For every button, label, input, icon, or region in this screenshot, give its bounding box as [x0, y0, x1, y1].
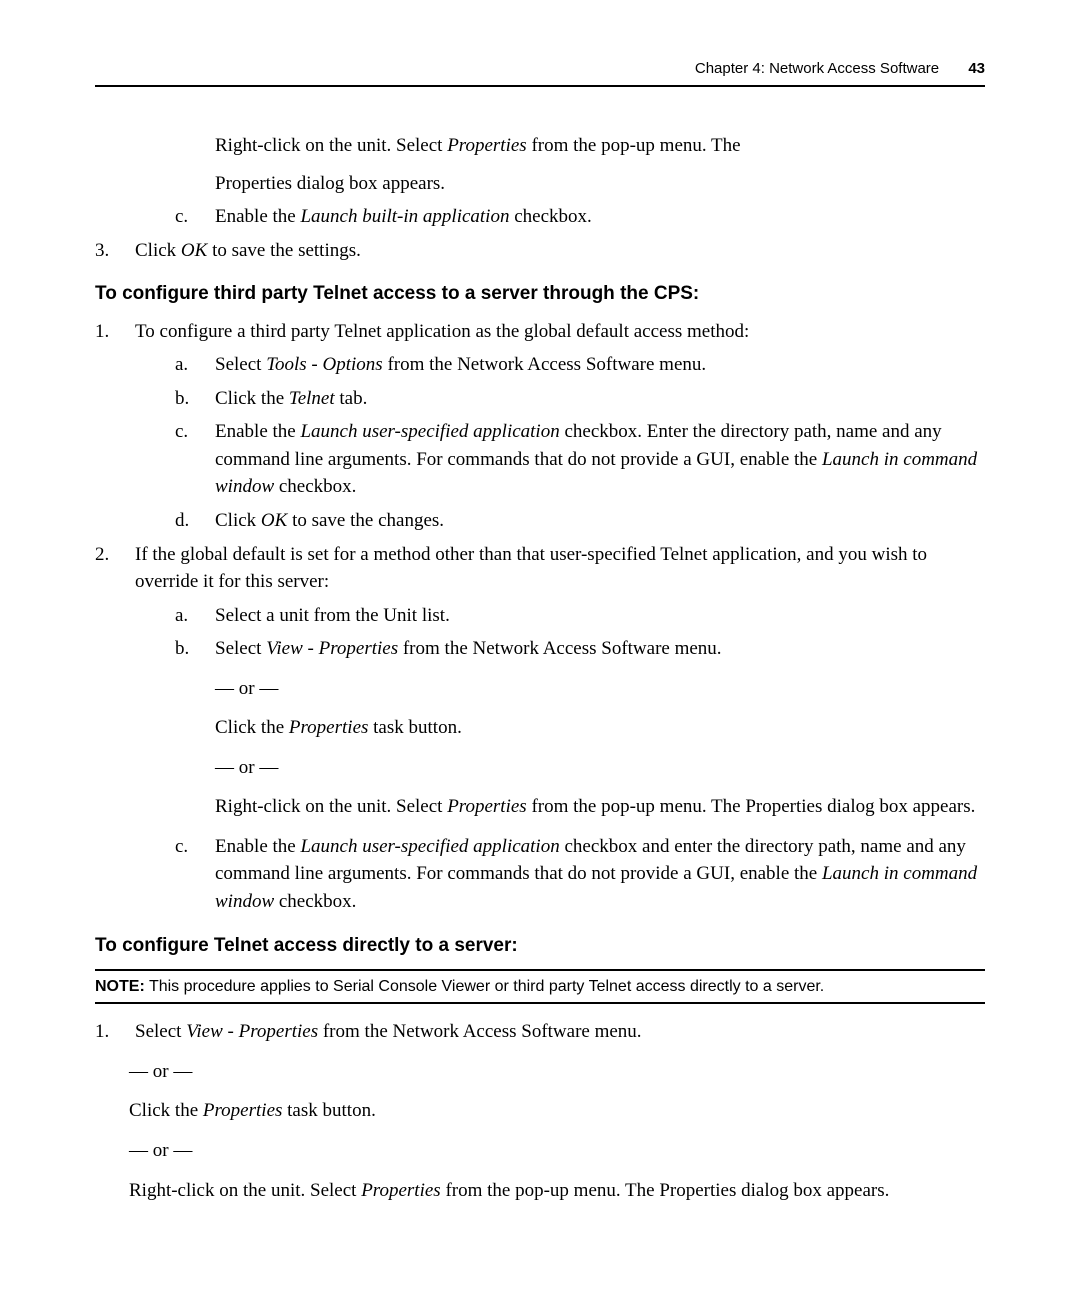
- list-marker: c.: [175, 833, 215, 861]
- list-marker: a.: [175, 602, 215, 630]
- list-body: Select View - Properties from the Networ…: [215, 635, 985, 663]
- sub-list-item-c: c. Enable the Launch user-specified appl…: [175, 418, 985, 501]
- body-text: Click the Properties task button.: [215, 714, 985, 742]
- section-heading: To configure third party Telnet access t…: [95, 280, 985, 308]
- list-marker: b.: [175, 635, 215, 663]
- list-item-1: 1. To configure a third party Telnet app…: [95, 318, 985, 346]
- page-number: 43: [968, 60, 985, 77]
- text-span: Click the: [215, 717, 289, 738]
- text-span: Click the: [215, 388, 289, 409]
- text-span: from the Network Access Software menu.: [318, 1021, 641, 1042]
- text-span: Select: [135, 1021, 186, 1042]
- sub-list-item-b: b. Click the Telnet tab.: [175, 385, 985, 413]
- list-marker: 1.: [95, 1018, 135, 1046]
- text-span: Enable the: [215, 206, 300, 227]
- or-separator: — or —: [129, 1058, 985, 1086]
- text-span: from the pop-up menu. The: [527, 135, 741, 156]
- text-span: to save the settings.: [207, 240, 361, 261]
- list-body: Click OK to save the settings.: [135, 237, 985, 265]
- sub-list-item-c: c. Enable the Launch user-specified appl…: [175, 833, 985, 916]
- text-span: task button.: [368, 717, 461, 738]
- sub-list-item-c: c. Enable the Launch built-in applicatio…: [175, 203, 985, 231]
- body-text: Properties dialog box appears.: [215, 170, 985, 198]
- list-marker: 3.: [95, 237, 135, 265]
- or-separator: — or —: [215, 675, 985, 703]
- list-marker: c.: [175, 203, 215, 231]
- text-span: Right-click on the unit. Select: [129, 1180, 361, 1201]
- text-span: from the Network Access Software menu.: [383, 354, 706, 375]
- italic-term: Launch user-specified application: [300, 836, 559, 857]
- list-marker: c.: [175, 418, 215, 446]
- page-header: Chapter 4: Network Access Software 43: [95, 60, 985, 87]
- italic-term: View - Properties: [186, 1021, 318, 1042]
- text-span: Click the: [129, 1100, 203, 1121]
- list-body: Select View - Properties from the Networ…: [135, 1018, 985, 1046]
- list-body: Enable the Launch user-specified applica…: [215, 418, 985, 501]
- list-body: Select a unit from the Unit list.: [215, 602, 985, 630]
- note-label: NOTE:: [95, 978, 145, 995]
- list-marker: b.: [175, 385, 215, 413]
- list-marker: 2.: [95, 541, 135, 569]
- section-heading: To configure Telnet access directly to a…: [95, 932, 985, 960]
- italic-term: Properties: [361, 1180, 441, 1201]
- text-span: Enable the: [215, 421, 300, 442]
- page-content: Right-click on the unit. Select Properti…: [95, 132, 985, 1204]
- list-marker: 1.: [95, 318, 135, 346]
- list-item-2: 2. If the global default is set for a me…: [95, 541, 985, 596]
- list-body: Enable the Launch user-specified applica…: [215, 833, 985, 916]
- chapter-title: Chapter 4: Network Access Software: [695, 60, 939, 77]
- body-text: Right-click on the unit. Select Properti…: [215, 132, 985, 160]
- italic-term: Launch built-in application: [300, 206, 509, 227]
- text-span: from the Network Access Software menu.: [398, 638, 721, 659]
- or-separator: — or —: [129, 1137, 985, 1165]
- body-text: Right-click on the unit. Select Properti…: [129, 1177, 985, 1205]
- sub-list-item-a: a. Select Tools - Options from the Netwo…: [175, 351, 985, 379]
- italic-term: Properties: [447, 135, 527, 156]
- text-span: from the pop-up menu. The Properties dia…: [527, 796, 976, 817]
- italic-term: Launch user-specified application: [300, 421, 559, 442]
- italic-term: Telnet: [289, 388, 335, 409]
- body-text: Right-click on the unit. Select Properti…: [215, 793, 985, 821]
- text-span: Enable the: [215, 836, 300, 857]
- text-span: Click: [215, 510, 261, 531]
- text-span: checkbox.: [274, 891, 356, 912]
- list-item-1: 1. Select View - Properties from the Net…: [95, 1018, 985, 1046]
- note-callout: NOTE: This procedure applies to Serial C…: [95, 969, 985, 1004]
- sub-list-item-a: a. Select a unit from the Unit list.: [175, 602, 985, 630]
- list-body: Select Tools - Options from the Network …: [215, 351, 985, 379]
- text-span: checkbox.: [509, 206, 591, 227]
- list-body: If the global default is set for a metho…: [135, 541, 985, 596]
- list-marker: a.: [175, 351, 215, 379]
- list-body: Click the Telnet tab.: [215, 385, 985, 413]
- text-span: Select: [215, 354, 266, 375]
- italic-term: OK: [261, 510, 287, 531]
- italic-term: Properties: [203, 1100, 283, 1121]
- text-span: tab.: [335, 388, 368, 409]
- italic-term: Tools - Options: [266, 354, 383, 375]
- italic-term: OK: [181, 240, 207, 261]
- note-text: This procedure applies to Serial Console…: [145, 978, 824, 995]
- list-body: Click OK to save the changes.: [215, 507, 985, 535]
- sub-list-item-d: d. Click OK to save the changes.: [175, 507, 985, 535]
- text-span: Select: [215, 638, 266, 659]
- italic-term: Properties: [447, 796, 527, 817]
- list-body: Enable the Launch built-in application c…: [215, 203, 985, 231]
- text-span: Click: [135, 240, 181, 261]
- list-body: To configure a third party Telnet applic…: [135, 318, 985, 346]
- italic-term: Properties: [289, 717, 369, 738]
- sub-list-item-b: b. Select View - Properties from the Net…: [175, 635, 985, 663]
- text-span: task button.: [282, 1100, 375, 1121]
- list-item-3: 3. Click OK to save the settings.: [95, 237, 985, 265]
- text-span: checkbox.: [274, 476, 356, 497]
- text-span: Right-click on the unit. Select: [215, 135, 447, 156]
- text-span: to save the changes.: [287, 510, 444, 531]
- or-separator: — or —: [215, 754, 985, 782]
- text-span: Right-click on the unit. Select: [215, 796, 447, 817]
- body-text: Click the Properties task button.: [129, 1097, 985, 1125]
- italic-term: View - Properties: [266, 638, 398, 659]
- list-marker: d.: [175, 507, 215, 535]
- text-span: from the pop-up menu. The Properties dia…: [441, 1180, 890, 1201]
